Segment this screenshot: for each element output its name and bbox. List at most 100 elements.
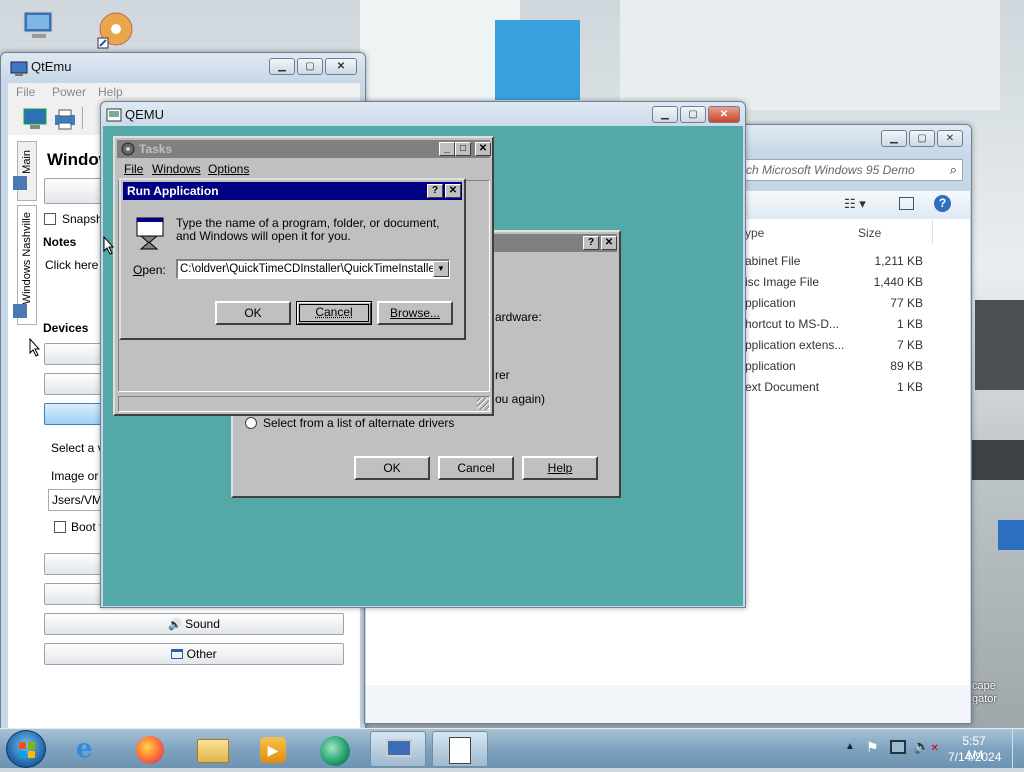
qemu-app-icon xyxy=(106,108,122,122)
action-center-flag-icon[interactable]: ⚑ xyxy=(866,739,879,756)
help-icon[interactable]: ? xyxy=(934,195,951,212)
resize-grip[interactable] xyxy=(477,398,489,410)
search-box[interactable]: rch Microsoft Windows 95 Demo ⌕ xyxy=(737,159,963,181)
tasks-menubar: File Windows Options xyxy=(117,160,490,178)
run-cancel-button[interactable]: Cancel xyxy=(296,301,372,325)
qtemu-app-icon xyxy=(10,61,28,76)
start-button[interactable] xyxy=(6,730,46,768)
menu-file[interactable]: File xyxy=(16,85,35,99)
background-window xyxy=(620,0,1000,110)
tasks-statusbar xyxy=(118,396,490,412)
file-row[interactable]: hortcut to MS-D... 1 KB xyxy=(745,317,965,338)
firefox-taskbar-button[interactable] xyxy=(122,731,178,767)
close-title-button[interactable]: ✕ xyxy=(445,184,461,198)
run-ok-button[interactable]: OK xyxy=(215,301,291,325)
maximize-button[interactable]: □ xyxy=(455,142,471,156)
close-button[interactable]: ✕ xyxy=(708,106,740,123)
close-button[interactable]: ✕ xyxy=(937,130,963,147)
file-row[interactable]: abinet File 1,211 KB xyxy=(745,254,965,275)
qtemu-taskbar-button[interactable] xyxy=(432,731,488,767)
open-input[interactable]: C:\oldver\QuickTimeCDInstaller\QuickTime… xyxy=(176,259,450,279)
minimize-button[interactable]: _ xyxy=(439,142,455,156)
media-player-taskbar-button[interactable]: ▶ xyxy=(245,731,301,767)
windows-logo-icon xyxy=(19,742,35,758)
tab-main[interactable]: Main xyxy=(17,141,37,201)
vm-tab-icon xyxy=(13,176,27,190)
monitor-icon xyxy=(386,739,412,757)
notes-text[interactable]: Click here t xyxy=(45,258,105,272)
taskbar: e ▶ ▲ ⚑ 🔈✕ 5:57 AM 7/14/2024 xyxy=(0,728,1024,769)
run-icon xyxy=(136,217,164,250)
open-label: Open: xyxy=(133,263,166,277)
hardware-text: ou again) xyxy=(495,392,546,406)
help-title-button[interactable]: ? xyxy=(583,236,599,250)
minimize-button[interactable]: ▁ xyxy=(269,58,295,75)
maximize-button[interactable]: ▢ xyxy=(297,58,323,75)
file-row[interactable]: pplication 77 KB xyxy=(745,296,965,317)
tasks-app-icon xyxy=(121,142,135,156)
file-row[interactable]: pplication 89 KB xyxy=(745,359,965,380)
dropdown-arrow-button[interactable]: ▼ xyxy=(433,261,449,277)
disc-shortcut-icon[interactable] xyxy=(96,10,136,50)
network-icon[interactable] xyxy=(890,740,906,754)
menu-help[interactable]: Help xyxy=(98,85,123,99)
menu-options[interactable]: Options xyxy=(208,162,249,176)
column-divider xyxy=(932,220,933,244)
search-icon: ⌕ xyxy=(949,162,957,177)
minimize-button[interactable]: ▁ xyxy=(652,106,678,123)
file-row[interactable]: isc Image File 1,440 KB xyxy=(745,275,965,296)
run-browse-button[interactable]: Browse... xyxy=(377,301,453,325)
path-field[interactable]: Jsers/VM1 xyxy=(48,489,109,511)
computer-desktop-icon[interactable] xyxy=(18,8,58,46)
close-button[interactable]: ✕ xyxy=(475,142,491,156)
ie-taskbar-button[interactable]: e xyxy=(62,731,118,767)
hardware-help-button[interactable]: Help xyxy=(522,456,598,480)
alternate-drivers-radio[interactable] xyxy=(245,417,257,429)
show-desktop-button[interactable] xyxy=(1012,729,1024,769)
maximize-button[interactable]: ▢ xyxy=(680,106,706,123)
background-poster xyxy=(495,20,580,100)
snapshot-checkbox[interactable] xyxy=(44,213,56,225)
file-row[interactable]: ext Document 1 KB xyxy=(745,380,965,401)
preview-pane-icon[interactable] xyxy=(899,197,914,210)
explorer-taskbar-button[interactable] xyxy=(185,731,241,767)
menu-windows[interactable]: Windows xyxy=(152,162,201,176)
printer-icon[interactable] xyxy=(52,107,78,131)
folder-icon xyxy=(197,739,229,763)
app-taskbar-button[interactable] xyxy=(308,731,364,767)
firefox-icon xyxy=(136,736,164,764)
help-title-button[interactable]: ? xyxy=(427,184,443,198)
column-type[interactable]: ype xyxy=(745,226,764,240)
hardware-cancel-button[interactable]: Cancel xyxy=(438,456,514,480)
sound-button[interactable]: 🔊 Sound xyxy=(44,613,344,635)
close-button[interactable]: ✕ xyxy=(325,58,357,75)
background-equipment xyxy=(975,300,1024,390)
file-row[interactable]: pplication extens... 7 KB xyxy=(745,338,965,359)
hardware-text: ardware: xyxy=(495,310,542,324)
qtemu-title: QtEmu xyxy=(31,59,72,74)
hardware-ok-button[interactable]: OK xyxy=(354,456,430,480)
green-app-icon xyxy=(320,736,350,766)
qemu-taskbar-button[interactable] xyxy=(370,731,426,767)
clock-date[interactable]: 7/14/2024 xyxy=(948,750,1001,764)
mouse-cursor-icon xyxy=(29,338,41,357)
view-icon[interactable]: ☷ ▾ xyxy=(844,196,866,212)
run-titlebar: Run Application xyxy=(123,182,462,200)
menu-power[interactable]: Power xyxy=(52,85,86,99)
vm-tab-icon xyxy=(13,304,27,318)
menu-file[interactable]: File xyxy=(124,162,143,176)
toolbar-divider xyxy=(82,107,83,129)
show-hidden-icons-button[interactable]: ▲ xyxy=(845,741,855,752)
speaker-icon: 🔊 xyxy=(168,619,182,631)
run-dialog: Run Application ? ✕ Type the name of a p… xyxy=(119,178,466,340)
close-title-button[interactable]: ✕ xyxy=(601,236,617,250)
desktop-label: cape gator xyxy=(972,680,998,705)
new-vm-icon[interactable] xyxy=(22,107,48,131)
maximize-button[interactable]: ▢ xyxy=(909,130,935,147)
boot-checkbox[interactable] xyxy=(54,521,66,533)
other-button[interactable]: Other xyxy=(44,643,344,665)
volume-muted-icon[interactable]: 🔈✕ xyxy=(913,738,939,755)
column-size[interactable]: Size xyxy=(858,226,881,240)
run-message: Type the name of a program, folder, or d… xyxy=(176,216,440,243)
minimize-button[interactable]: ▁ xyxy=(881,130,907,147)
